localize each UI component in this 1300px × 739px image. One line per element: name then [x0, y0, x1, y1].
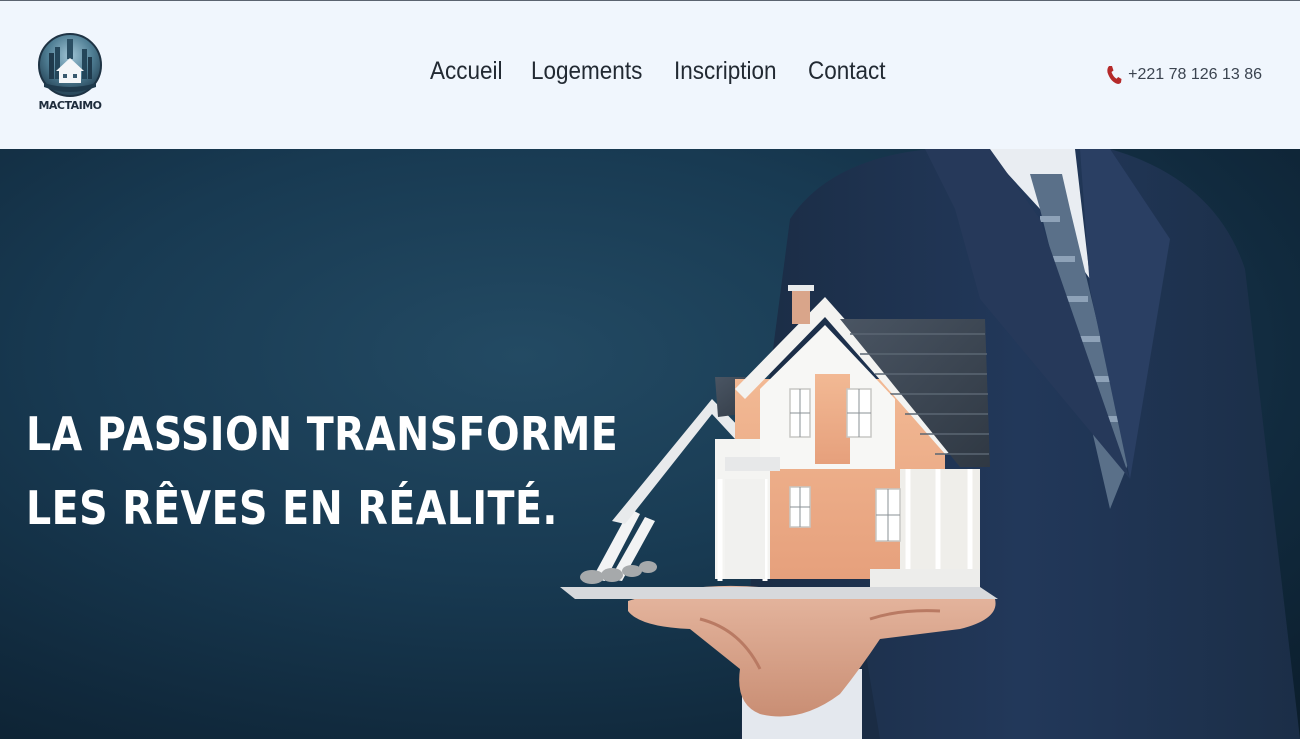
- hero-headline-line2: LES RÊVES EN RÉALITÉ.: [26, 481, 558, 535]
- phone-number[interactable]: +221 78 126 13 86: [1128, 66, 1262, 84]
- nav-item-inscription[interactable]: Inscription: [674, 57, 777, 86]
- nav-item-accueil[interactable]: Accueil: [430, 57, 503, 86]
- nav-item-contact[interactable]: Contact: [808, 57, 886, 86]
- city-house-logo-icon: [38, 33, 102, 97]
- phone-contact[interactable]: +221 78 126 13 86: [1106, 65, 1262, 85]
- brand-logo[interactable]: MACTAIMO: [36, 31, 104, 117]
- brand-name: MACTAIMO: [38, 99, 102, 112]
- page: MACTAIMO Accueil Logements Inscription C…: [0, 0, 1300, 739]
- hero-banner: LA PASSION TRANSFORME LES RÊVES EN RÉALI…: [0, 149, 1300, 739]
- main-nav: Accueil Logements Inscription Contact: [430, 57, 894, 86]
- phone-icon: [1106, 65, 1122, 85]
- site-header: MACTAIMO Accueil Logements Inscription C…: [0, 0, 1300, 149]
- hero-headline-line1: LA PASSION TRANSFORME: [26, 407, 619, 461]
- nav-item-logements[interactable]: Logements: [531, 57, 642, 86]
- hero-headline: LA PASSION TRANSFORME LES RÊVES EN RÉALI…: [26, 397, 618, 545]
